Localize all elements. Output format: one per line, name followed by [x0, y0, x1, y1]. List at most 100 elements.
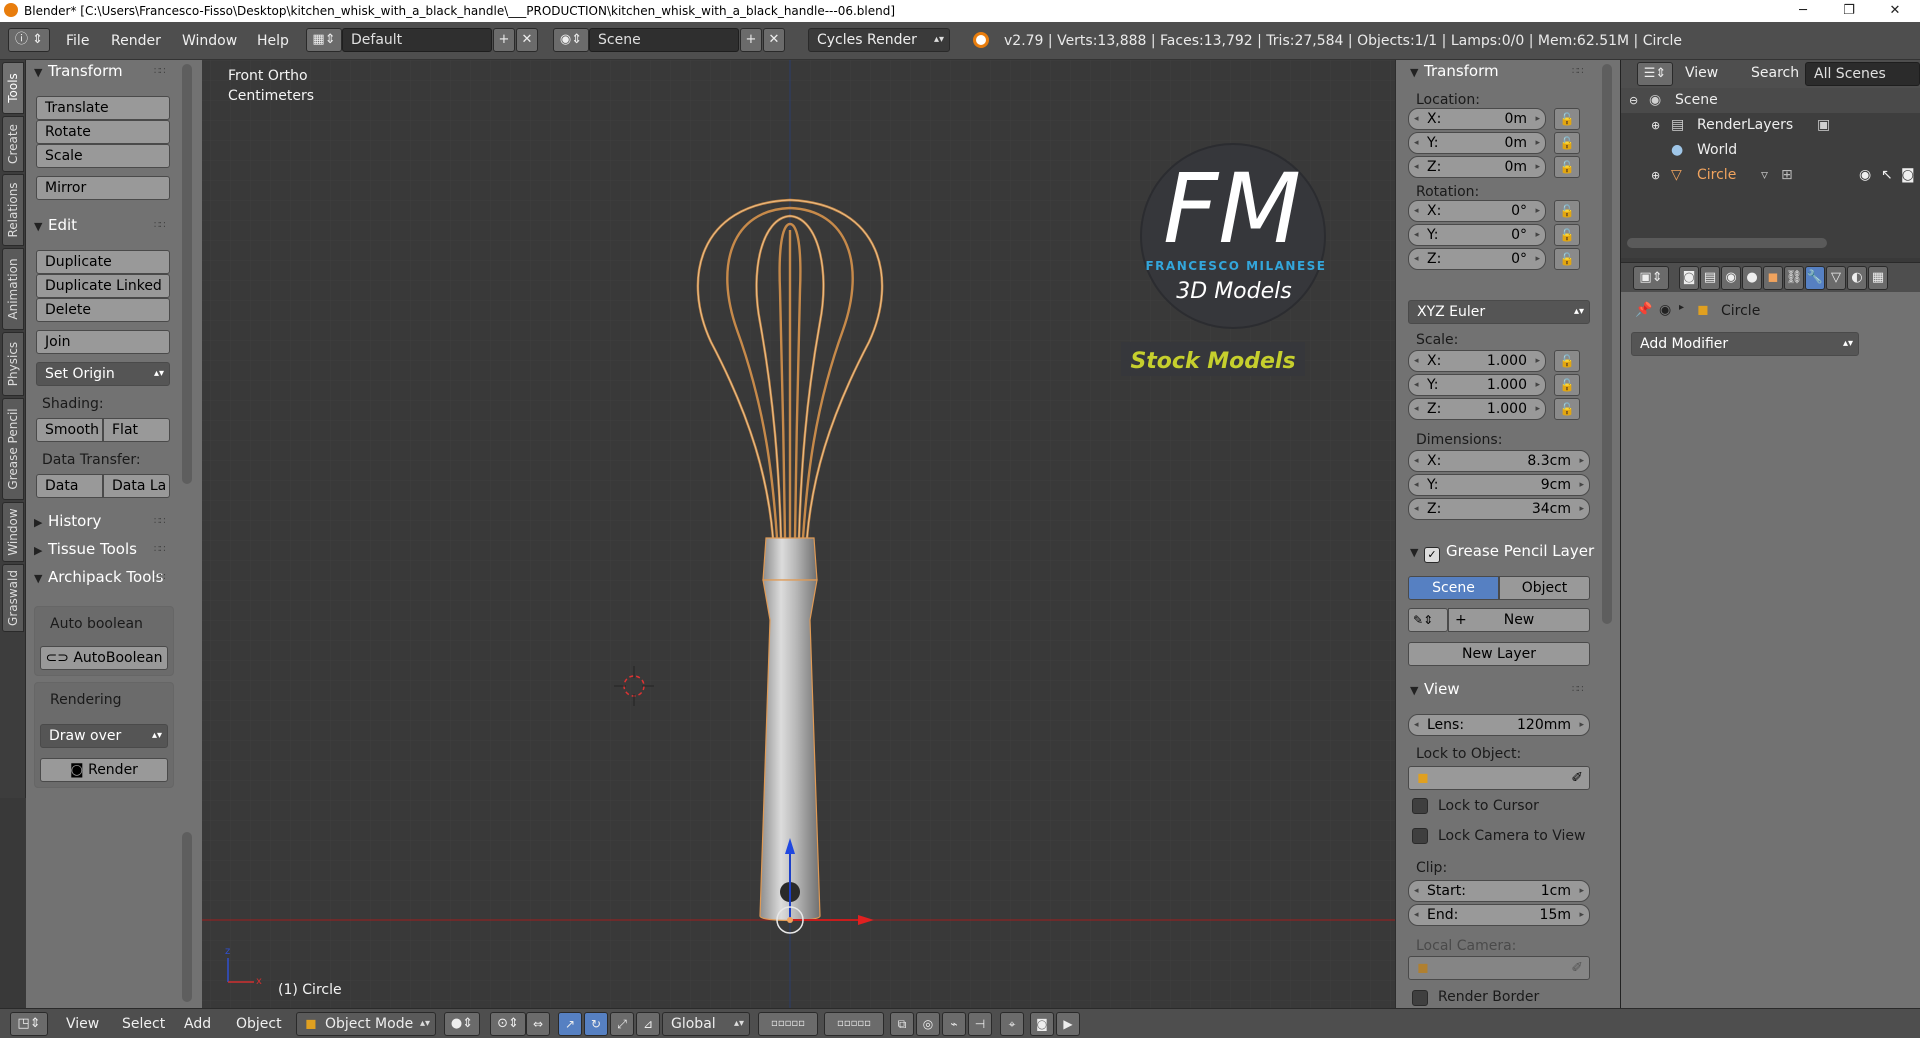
tab-tools[interactable]: Tools	[2, 62, 24, 114]
dimension-z-field[interactable]: ◂ Z: 34cm ▸	[1408, 498, 1590, 520]
grease-pencil-checkbox[interactable]: ✓	[1424, 547, 1440, 563]
rotation-z-field[interactable]: ◂ Z: 0° ▸	[1408, 248, 1546, 270]
gp-brush-selector[interactable]: ✎⇕	[1408, 608, 1448, 632]
flat-shading-button[interactable]: Flat	[103, 418, 170, 442]
collapse-icon[interactable]: ⊖	[1629, 88, 1638, 113]
minimize-button[interactable]: ─	[1780, 0, 1826, 22]
tab-window[interactable]: Window	[2, 502, 24, 562]
pivot-point-button[interactable]: ⊙⇕	[490, 1012, 526, 1036]
viewport-editor-type-button[interactable]: ◳⇕	[10, 1012, 48, 1036]
expand-icon[interactable]: ⊕	[1651, 163, 1660, 188]
opengl-render-icon[interactable]: ◙	[1030, 1012, 1054, 1036]
panel-grip-icon[interactable]: ∷∷	[154, 220, 166, 231]
editor-type-button[interactable]: ⓘ ⇕	[8, 28, 50, 52]
data-tab-icon[interactable]: ▽	[1826, 266, 1846, 290]
scene-selector-button[interactable]: ◉⇕	[553, 28, 589, 52]
proportional-edit-icon[interactable]: ◎	[916, 1012, 940, 1036]
lock-location-z-icon[interactable]: 🔓	[1554, 156, 1580, 178]
lock-camera-checkbox[interactable]	[1412, 828, 1428, 844]
gp-object-toggle[interactable]: Object	[1499, 576, 1590, 600]
interaction-mode-dropdown[interactable]: ◼ Object Mode ▴▾	[296, 1012, 436, 1036]
add-layout-button[interactable]: +	[493, 28, 515, 52]
texture-tab-icon[interactable]: ▦	[1868, 266, 1888, 290]
lock-scale-x-icon[interactable]: 🔓	[1554, 350, 1580, 372]
view-panel-header[interactable]: ▼ View	[1410, 680, 1460, 698]
archipack-panel-header[interactable]: ▼ Archipack Tools	[34, 568, 196, 586]
tab-create[interactable]: Create	[2, 116, 24, 172]
snap-target-icon[interactable]: ⌖	[1000, 1012, 1024, 1036]
lock-rotation-x-icon[interactable]: 🔓	[1554, 200, 1580, 222]
properties-scrollbar[interactable]	[1602, 64, 1612, 624]
lock-rotation-y-icon[interactable]: 🔓	[1554, 224, 1580, 246]
delete-button[interactable]: Delete	[36, 298, 170, 322]
panel-grip-icon[interactable]: ∷∷	[154, 572, 166, 583]
menu-help[interactable]: Help	[257, 33, 289, 49]
pin-icon[interactable]: 📌	[1635, 302, 1652, 318]
draw-over-dropdown[interactable]: Draw over ▴▾	[40, 724, 168, 748]
eye-icon[interactable]: ◉	[1859, 163, 1871, 188]
properties-editor-type-button[interactable]: ▣⇕	[1633, 266, 1669, 290]
join-button[interactable]: Join	[36, 330, 170, 354]
history-panel-header[interactable]: ▶ History	[34, 512, 101, 530]
tab-grease-pencil[interactable]: Grease Pencil	[2, 398, 24, 500]
render-engine-dropdown[interactable]: Cycles Render ▴▾	[808, 28, 950, 52]
edit-panel-header[interactable]: ▼ Edit	[34, 216, 77, 234]
menu-add[interactable]: Add	[184, 1016, 211, 1032]
mirror-button[interactable]: Mirror	[36, 176, 170, 200]
menu-view[interactable]: View	[66, 1016, 99, 1032]
translate-manipulator-icon[interactable]: ↗	[558, 1012, 582, 1036]
outliner-editor-type-button[interactable]: ☰⇕	[1637, 62, 1673, 86]
render-tab-icon[interactable]: ◙	[1679, 266, 1699, 290]
outliner-filter-dropdown[interactable]: All Scenes	[1805, 62, 1920, 86]
rotation-y-field[interactable]: ◂ Y: 0° ▸	[1408, 224, 1546, 246]
outliner-search-menu[interactable]: Search	[1751, 65, 1799, 81]
dimension-x-field[interactable]: ◂ X: 8.3cm ▸	[1408, 450, 1590, 472]
constraints-tab-icon[interactable]: ⛓	[1784, 266, 1804, 290]
duplicate-linked-button[interactable]: Duplicate Linked	[36, 274, 170, 298]
render-camera-icon[interactable]: ◙	[1901, 163, 1915, 188]
layout-selector-button[interactable]: ▦⇕	[306, 28, 342, 52]
lock-object-field[interactable]: ◼ ✐	[1408, 766, 1590, 790]
clip-start-field[interactable]: ◂ Start: 1cm ▸	[1408, 880, 1590, 902]
lock-location-y-icon[interactable]: 🔓	[1554, 132, 1580, 154]
eyedropper-icon[interactable]: ✐	[1571, 767, 1583, 789]
remove-scene-button[interactable]: ✕	[763, 28, 785, 52]
tissue-tools-panel-header[interactable]: ▶ Tissue Tools	[34, 540, 137, 558]
world-tab-icon[interactable]: ●	[1742, 266, 1762, 290]
snap-element-icon[interactable]: ⊣	[968, 1012, 992, 1036]
dimension-y-field[interactable]: ◂ Y: 9cm ▸	[1408, 474, 1590, 496]
scale-x-field[interactable]: ◂ X: 1.000 ▸	[1408, 350, 1546, 372]
tab-animation[interactable]: Animation	[2, 248, 24, 330]
menu-render[interactable]: Render	[111, 33, 161, 49]
gp-new-layer-button[interactable]: New Layer	[1408, 642, 1590, 666]
location-y-field[interactable]: ◂ Y: 0m ▸	[1408, 132, 1546, 154]
render-button[interactable]: ◙ Render	[40, 758, 168, 782]
lock-scale-z-icon[interactable]: 🔓	[1554, 398, 1580, 420]
location-x-field[interactable]: ◂ X: 0m ▸	[1408, 108, 1546, 130]
lens-field[interactable]: ◂ Lens: 120mm ▸	[1408, 714, 1590, 736]
menu-file[interactable]: File	[66, 33, 89, 49]
panel-grip-icon[interactable]: ∷∷	[154, 66, 166, 77]
panel-grip-icon[interactable]: ∷∷	[1572, 684, 1584, 695]
translate-button[interactable]: Translate	[36, 96, 170, 120]
transform-props-header[interactable]: ▼ Transform	[1410, 62, 1499, 80]
transform-panel-header[interactable]: ▼ Transform	[34, 62, 123, 80]
panel-grip-icon[interactable]: ∷∷	[154, 516, 166, 527]
rotate-button[interactable]: Rotate	[36, 120, 170, 144]
close-button[interactable]: ✕	[1872, 0, 1918, 22]
menu-select[interactable]: Select	[122, 1016, 165, 1032]
tab-relations[interactable]: Relations	[2, 174, 24, 246]
panel-grip-icon[interactable]: ∷∷	[154, 544, 166, 555]
data-layout-button[interactable]: Data La	[103, 474, 170, 498]
layers-grid-b-icon[interactable]: ▫▫▫▫▫	[824, 1012, 884, 1036]
data-transfer-button[interactable]: Data	[36, 474, 103, 498]
tab-graswald[interactable]: Graswald	[2, 564, 24, 632]
lock-scale-y-icon[interactable]: 🔓	[1554, 374, 1580, 396]
viewport-shading-button[interactable]: ●⇕	[444, 1012, 480, 1036]
remove-layout-button[interactable]: ✕	[516, 28, 538, 52]
snap-toggle-icon[interactable]: ⌁	[942, 1012, 966, 1036]
lock-location-x-icon[interactable]: 🔓	[1554, 108, 1580, 130]
rotate-manipulator-icon[interactable]: ↻	[584, 1012, 608, 1036]
cursor-select-icon[interactable]: ↖	[1881, 163, 1893, 188]
lock-layers-icon[interactable]: ⧉	[890, 1012, 914, 1036]
